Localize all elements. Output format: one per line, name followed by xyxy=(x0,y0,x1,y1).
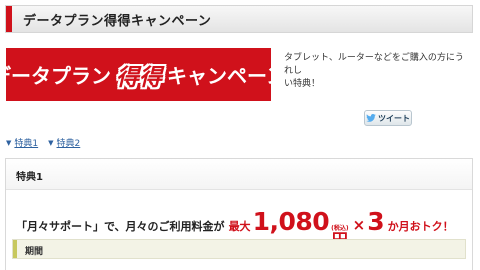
intro-line-2: い特典！ xyxy=(284,79,321,89)
promo-amount: 1,080 xyxy=(252,207,330,236)
promo-times: × xyxy=(352,216,366,234)
banner-text-after: キャンペーン xyxy=(167,64,286,88)
page-header: データプラン得得キャンペーン xyxy=(5,5,473,33)
link-benefit-2-label: 特典2 xyxy=(56,139,81,149)
page-title: データプラン得得キャンペーン xyxy=(23,14,212,29)
promo-suffix: か月おトク！ xyxy=(387,220,454,233)
promo-max-label: 最大 xyxy=(228,220,251,233)
banner-text-emph: 得得 xyxy=(116,64,162,91)
link-benefit-1[interactable]: ▼ 特典1 xyxy=(6,136,39,150)
campaign-banner: データプラン 得得 キャンペーン xyxy=(0,48,286,101)
triangle-down-icon: ▼ xyxy=(48,138,54,147)
benefit-anchor-links: ▼ 特典1 ▼ 特典2 xyxy=(6,136,81,150)
link-benefit-2[interactable]: ▼ 特典2 xyxy=(48,136,81,150)
link-benefit-1-label: 特典1 xyxy=(14,139,39,149)
benefit-panel-header: 特典1 xyxy=(6,159,472,190)
intro-line-1: タブレット、ルーターなどをご購入の方にうれし xyxy=(284,53,464,76)
period-accent xyxy=(13,240,17,258)
tweet-label: ツイート xyxy=(378,113,410,123)
intro-text: タブレット、ルーターなどをご購入の方にうれし い特典！ xyxy=(284,52,472,91)
header-accent xyxy=(6,6,12,32)
benefit-panel: 特典1 「月々サポート」で、月々のご利用料金が 最大 1,080 (税込) 円 … xyxy=(5,158,473,270)
period-label: 期間 xyxy=(25,247,44,257)
banner-text: データプラン 得得 キャンペーン xyxy=(0,58,286,92)
promo-months: 3 xyxy=(367,207,385,236)
promo-prefix: 「月々サポート」で、月々のご利用料金が xyxy=(16,220,225,233)
benefit-title: 特典1 xyxy=(16,172,43,183)
banner-text-before: データプラン xyxy=(0,64,111,88)
twitter-bird-icon xyxy=(366,114,376,122)
triangle-down-icon: ▼ xyxy=(6,138,12,147)
tweet-button[interactable]: ツイート xyxy=(364,110,412,126)
period-section-header: 期間 xyxy=(12,239,466,259)
